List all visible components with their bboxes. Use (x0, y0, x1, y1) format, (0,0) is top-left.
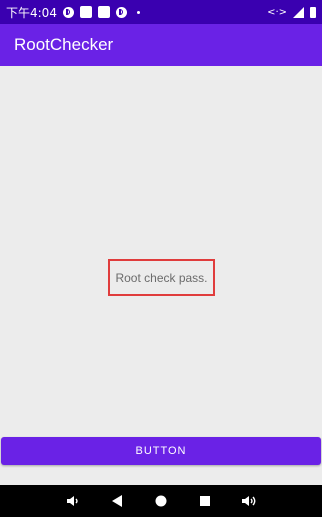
status-right-group: <·> (267, 6, 316, 18)
signal-icon (293, 6, 304, 18)
data-saver-icon (115, 6, 127, 18)
notification-icon (79, 6, 92, 18)
home-icon[interactable] (153, 493, 169, 509)
battery-icon (310, 6, 316, 18)
back-icon[interactable] (109, 493, 125, 509)
notification-icon (97, 6, 110, 18)
status-time: 下午4:04 (6, 5, 57, 20)
navigation-bar (0, 485, 322, 517)
status-bar: 下午4:04 <·> (0, 0, 322, 24)
root-status-highlight: Root check pass. (108, 259, 215, 296)
root-status-text: Root check pass. (115, 270, 208, 285)
data-saver-icon (62, 6, 74, 18)
app-bar: RootChecker (0, 24, 322, 66)
volume-down-icon[interactable] (65, 493, 81, 509)
app-title: RootChecker (14, 35, 114, 54)
main-button[interactable]: BUTTON (1, 437, 321, 465)
more-dot-icon (136, 10, 140, 14)
content-area: Root check pass. (0, 66, 322, 436)
recents-icon[interactable] (197, 493, 213, 509)
sync-icon: <·> (267, 6, 287, 18)
volume-up-icon[interactable] (241, 493, 257, 509)
